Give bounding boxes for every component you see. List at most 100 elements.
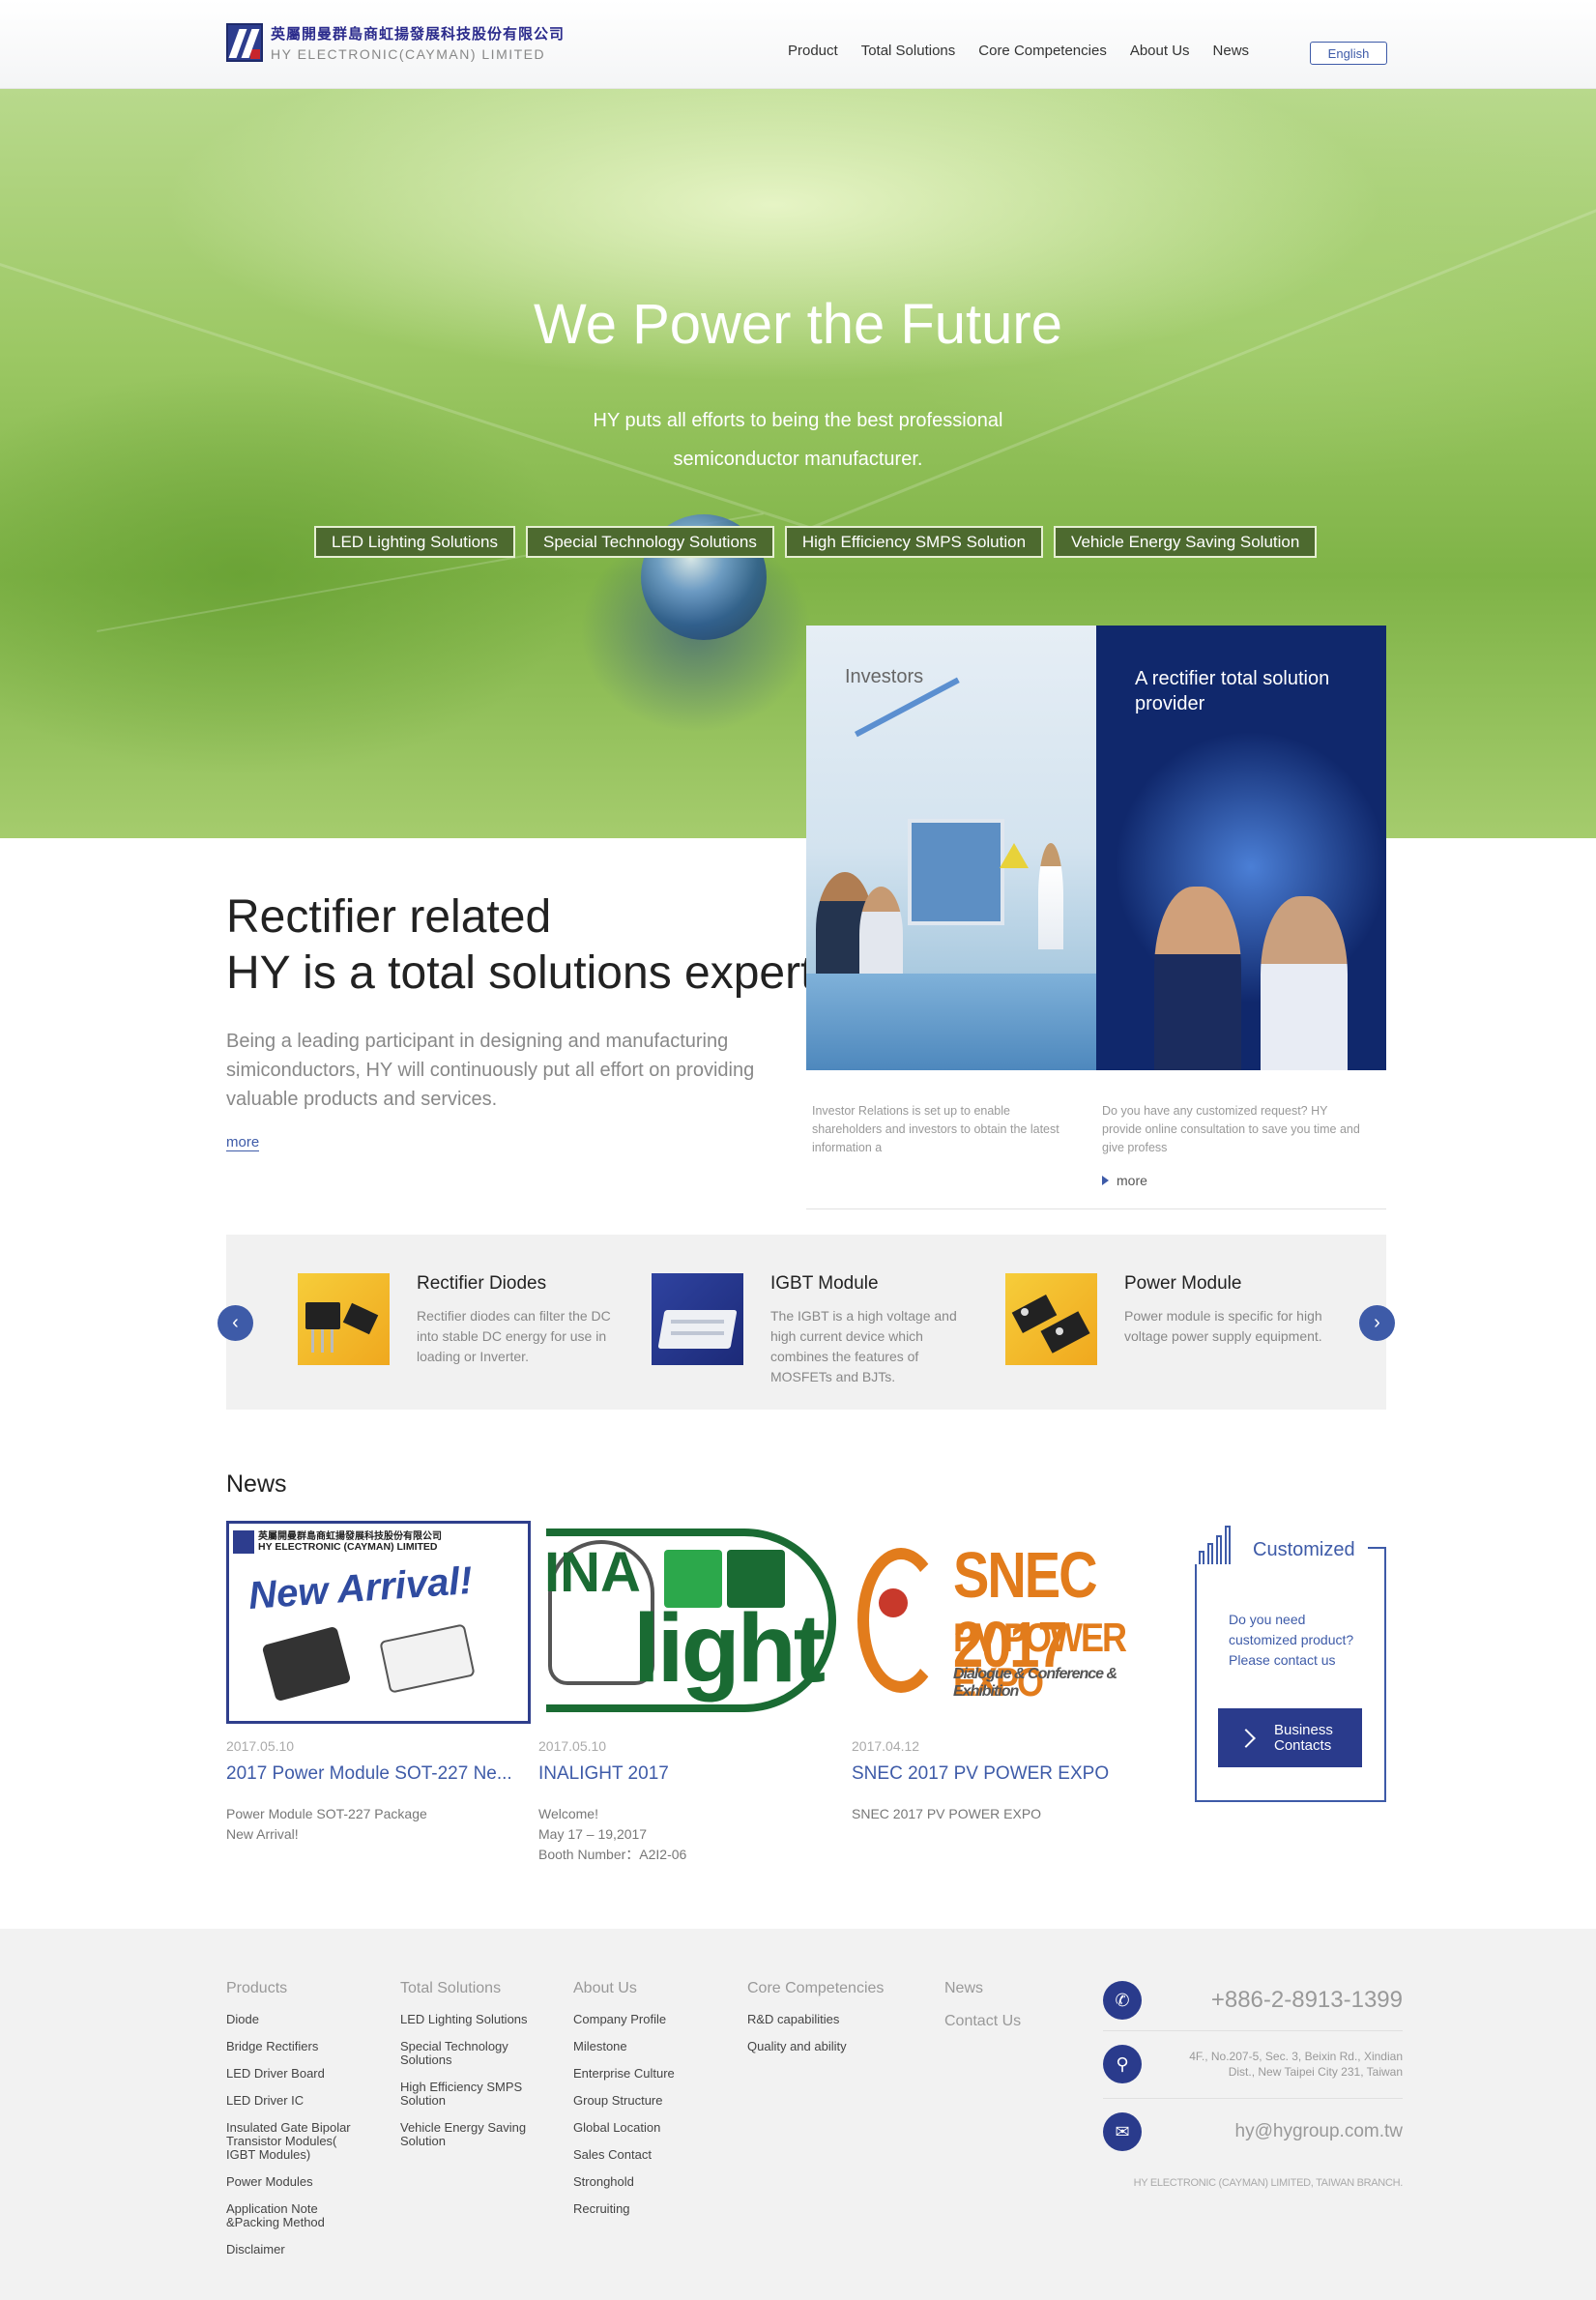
module-image bbox=[379, 1623, 476, 1694]
phone-icon: ✆ bbox=[1103, 1981, 1142, 2020]
footer-link[interactable]: Global Location bbox=[573, 2121, 709, 2135]
footer-link[interactable]: R&D capabilities bbox=[747, 2013, 883, 2026]
phone-number[interactable]: +886-2-8913-1399 bbox=[1211, 1987, 1403, 2014]
footer-products-column: Products Diode Bridge Rectifiers LED Dri… bbox=[226, 1980, 362, 2270]
engineer-image bbox=[1261, 896, 1348, 1070]
mail-icon: ✉ bbox=[1103, 2112, 1142, 2151]
news-thumbnail: SNEC 2017 PV POWER EXPO Dialogue & Confe… bbox=[852, 1521, 1156, 1724]
logo-english-name: HY ELECTRONIC(CAYMAN) LIMITED bbox=[271, 46, 546, 62]
footer-link[interactable]: Diode bbox=[226, 2013, 362, 2026]
footer-link[interactable]: Milestone bbox=[573, 2040, 709, 2053]
footer-link[interactable]: LED Lighting Solutions bbox=[400, 2013, 536, 2026]
inalight-text-light: light bbox=[633, 1594, 826, 1703]
rectifier-provider-card[interactable]: A rectifier total solution provider bbox=[1096, 626, 1386, 1070]
hero-subtitle: HY puts all efforts to being the best pr… bbox=[0, 401, 1596, 479]
footer-link[interactable]: Vehicle Energy Saving Solution bbox=[400, 2121, 536, 2148]
product-card-power-module[interactable]: Power Module Power module is specific fo… bbox=[1005, 1273, 1332, 1365]
intro-more-link[interactable]: more bbox=[226, 1134, 260, 1151]
footer-link[interactable]: Special Technology Solutions bbox=[400, 2040, 526, 2067]
news-item[interactable]: INA light 2017.05.10 INALIGHT 2017 Welco… bbox=[538, 1521, 843, 1865]
nav-core-competencies[interactable]: Core Competencies bbox=[978, 43, 1107, 59]
product-description: The IGBT is a high voltage and high curr… bbox=[770, 1308, 957, 1384]
footer-email: ✉ hy@hygroup.com.tw bbox=[1103, 2112, 1403, 2151]
business-contacts-label-line: Business bbox=[1274, 1721, 1333, 1738]
news-description-line: SNEC 2017 PV POWER EXPO bbox=[852, 1806, 1042, 1821]
carousel-prev-button[interactable]: ‹ bbox=[218, 1305, 253, 1341]
carousel-next-button[interactable]: › bbox=[1359, 1305, 1395, 1341]
led-lighting-solutions-button[interactable]: LED Lighting Solutions bbox=[314, 526, 516, 558]
footer-link[interactable]: Sales Contact bbox=[573, 2148, 709, 2162]
hero-subtitle-line: HY puts all efforts to being the best pr… bbox=[593, 410, 1003, 431]
intro-title-line: Rectifier related bbox=[226, 891, 552, 943]
footer-column-title[interactable]: About Us bbox=[573, 1980, 709, 1997]
cards-more-label: more bbox=[1117, 1173, 1147, 1188]
footer-phone: ✆ +886-2-8913-1399 bbox=[1103, 1981, 1403, 2020]
product-description: Power module is specific for high voltag… bbox=[1124, 1308, 1322, 1344]
engineer-image bbox=[1154, 887, 1241, 1070]
igbt-module-image bbox=[652, 1273, 743, 1365]
footer-link[interactable]: Application Note &Packing Method bbox=[226, 2202, 342, 2229]
business-contacts-button[interactable]: Business Contacts bbox=[1218, 1708, 1362, 1767]
footer-link[interactable]: Quality and ability bbox=[747, 2040, 883, 2053]
intro-title-line: HY is a total solutions expert bbox=[226, 947, 814, 999]
footer-link[interactable]: Company Profile bbox=[573, 2013, 709, 2026]
footer-link[interactable]: LED Driver Board bbox=[226, 2067, 362, 2081]
news-title[interactable]: INALIGHT 2017 bbox=[538, 1763, 828, 1785]
footer-link[interactable]: LED Driver IC bbox=[226, 2094, 362, 2108]
email-address[interactable]: hy@hygroup.com.tw bbox=[1235, 2121, 1403, 2142]
nav-product[interactable]: Product bbox=[788, 43, 838, 59]
product-description: Rectifier diodes can filter the DC into … bbox=[417, 1308, 611, 1364]
nav-about-us[interactable]: About Us bbox=[1130, 43, 1190, 59]
footer-link[interactable]: Enterprise Culture bbox=[573, 2067, 709, 2081]
footer-link[interactable]: Disclaimer bbox=[226, 2243, 362, 2256]
news-description-line: Power Module SOT-227 Package bbox=[226, 1806, 427, 1821]
footer-link[interactable]: Bridge Rectifiers bbox=[226, 2040, 362, 2053]
business-contacts-label-line: Contacts bbox=[1274, 1736, 1332, 1754]
footer-link[interactable]: Recruiting bbox=[573, 2202, 709, 2216]
news-title[interactable]: SNEC 2017 PV POWER EXPO bbox=[852, 1763, 1142, 1785]
footer-contact-link[interactable]: Contact Us bbox=[944, 2013, 1080, 2030]
logo-mark-icon bbox=[226, 23, 263, 62]
special-technology-solutions-button[interactable]: Special Technology Solutions bbox=[526, 526, 774, 558]
news-thumbnail: 英屬開曼群島商虹揚發展科技股份有限公司 HY ELECTRONIC (CAYMA… bbox=[226, 1521, 531, 1724]
snec-tagline-text: Dialogue & Conference & Exhibition bbox=[953, 1666, 1117, 1700]
product-title: Rectifier Diodes bbox=[417, 1273, 547, 1294]
news-description-line: Booth Number：A2I2-06 bbox=[538, 1847, 687, 1862]
news-title[interactable]: 2017 Power Module SOT-227 Ne... bbox=[226, 1763, 516, 1785]
thumbnail-logo: 英屬開曼群島商虹揚發展科技股份有限公司 HY ELECTRONIC (CAYMA… bbox=[233, 1528, 523, 1557]
main-nav: Product Total Solutions Core Competencie… bbox=[788, 43, 1272, 59]
hero-solution-buttons: LED Lighting Solutions Special Technolog… bbox=[314, 526, 1327, 558]
audience-image bbox=[859, 887, 903, 983]
footer-link[interactable]: Power Modules bbox=[226, 2175, 362, 2189]
footer-link[interactable]: Stronghold bbox=[573, 2175, 709, 2189]
news-item[interactable]: SNEC 2017 PV POWER EXPO Dialogue & Confe… bbox=[852, 1521, 1156, 1824]
intro-title: Rectifier related HY is a total solution… bbox=[226, 889, 813, 1002]
vehicle-energy-saving-button[interactable]: Vehicle Energy Saving Solution bbox=[1054, 526, 1318, 558]
presentation-board-image bbox=[908, 819, 1004, 925]
footer-link[interactable]: High Efficiency SMPS Solution bbox=[400, 2081, 531, 2108]
investors-card[interactable]: Investors bbox=[806, 626, 1096, 1070]
footer-column-title[interactable]: Products bbox=[226, 1980, 362, 1997]
rectifier-diode-image bbox=[298, 1273, 390, 1365]
investors-label: Investors bbox=[845, 666, 924, 687]
logo-mark-icon bbox=[233, 1530, 254, 1554]
news-date: 2017.04.12 bbox=[852, 1738, 920, 1754]
intro-description: Being a leading participant in designing… bbox=[226, 1031, 755, 1110]
footer-column-title[interactable]: Total Solutions bbox=[400, 1980, 536, 1997]
news-thumbnail: INA light bbox=[538, 1521, 843, 1724]
footer-solutions-column: Total Solutions LED Lighting Solutions S… bbox=[400, 1980, 536, 2162]
footer-link[interactable]: Insulated Gate Bipolar Transistor Module… bbox=[226, 2121, 362, 2162]
footer-link[interactable]: Group Structure bbox=[573, 2094, 709, 2108]
nav-total-solutions[interactable]: Total Solutions bbox=[861, 43, 956, 59]
cards-more-link[interactable]: more bbox=[1102, 1173, 1147, 1188]
hero-subtitle-line: semiconductor manufacturer. bbox=[673, 449, 923, 470]
footer-column-title[interactable]: Core Competencies bbox=[747, 1980, 884, 1997]
nav-news[interactable]: News bbox=[1213, 43, 1250, 59]
product-card-igbt-module[interactable]: IGBT Module The IGBT is a high voltage a… bbox=[652, 1273, 978, 1387]
news-item[interactable]: 英屬開曼群島商虹揚發展科技股份有限公司 HY ELECTRONIC (CAYMA… bbox=[226, 1521, 531, 1845]
company-logo[interactable]: 英屬開曼群島商虹揚發展科技股份有限公司 HY ELECTRONIC(CAYMAN… bbox=[226, 23, 565, 62]
product-card-rectifier-diodes[interactable]: Rectifier Diodes Rectifier diodes can fi… bbox=[298, 1273, 624, 1367]
high-efficiency-smps-button[interactable]: High Efficiency SMPS Solution bbox=[784, 526, 1044, 558]
language-button[interactable]: English bbox=[1310, 42, 1387, 65]
footer-column-title[interactable]: News bbox=[944, 1980, 1080, 1997]
